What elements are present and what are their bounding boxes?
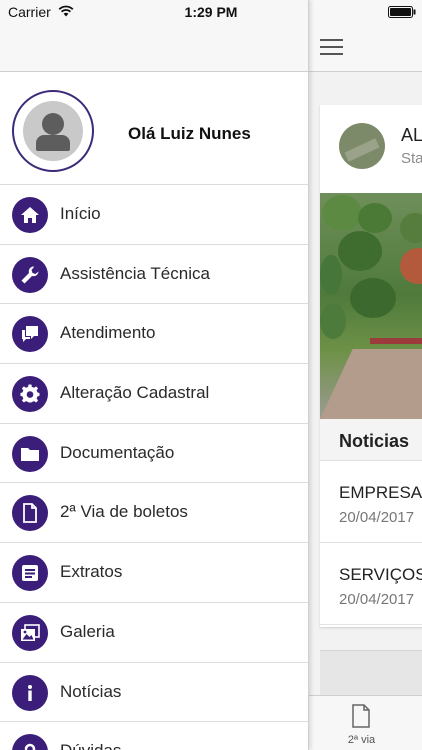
menu-item-label: 2ª Via de boletos — [60, 502, 188, 522]
news-date: 20/04/2017 — [339, 591, 415, 608]
menu-item-inicio[interactable]: Início — [0, 185, 308, 245]
menu-item-noticias[interactable]: Notícias — [0, 663, 308, 723]
news-title: SERVIÇOS — [339, 565, 422, 584]
document-icon — [23, 503, 37, 524]
gear-icon — [20, 384, 40, 403]
document-icon — [352, 704, 370, 728]
menu-item-extratos[interactable]: Extratos — [0, 543, 308, 603]
menu-item-assistencia-tecnica[interactable]: Assistência Técnica — [0, 245, 308, 305]
menu-item-label: Notícias — [60, 681, 122, 701]
chat-icon — [22, 326, 38, 343]
menu-item-documentacao[interactable]: Documentação — [0, 424, 308, 484]
enterprise-card[interactable]: AL Sta Noticias EMPRESA 20/04/2017 SERVI… — [320, 105, 422, 627]
battery-icon — [388, 6, 416, 18]
tab-label: 2ª via — [347, 734, 376, 746]
folder-icon — [21, 447, 39, 461]
tab-bar: 2ª via — [309, 695, 422, 750]
enterprise-photo — [320, 193, 422, 419]
wrench-icon — [21, 266, 39, 284]
enterprise-thumbnail — [339, 123, 385, 169]
home-icon — [21, 207, 39, 223]
profile-header: Olá Luiz Nunes — [0, 72, 308, 185]
menu-item-duvidas[interactable]: Dúvidas — [0, 722, 308, 750]
menu-item-label: Documentação — [60, 442, 175, 462]
side-drawer: Olá Luiz Nunes Início Assistência Técnic… — [0, 0, 309, 750]
menu-item-label: Assistência Técnica — [60, 263, 210, 283]
news-section-title: Noticias — [339, 431, 410, 451]
menu-item-label: Alteração Cadastral — [60, 383, 210, 403]
news-item[interactable]: EMPRESA 20/04/2017 — [320, 461, 422, 543]
user-greeting: Olá Luiz Nunes — [128, 124, 251, 143]
menu-item-label: Início — [60, 204, 101, 223]
enterprise-subtitle: Sta — [401, 150, 422, 167]
question-icon — [24, 743, 36, 750]
menu-item-label: Dúvidas — [60, 741, 121, 750]
menu-item-label: Atendimento — [60, 323, 156, 343]
menu-item-alteracao-cadastral[interactable]: Alteração Cadastral — [0, 364, 308, 424]
news-date: 20/04/2017 — [339, 509, 415, 526]
drawer-menu: Início Assistência Técnica Atendimento A… — [0, 185, 308, 750]
info-icon — [28, 684, 32, 701]
clock: 1:29 PM — [184, 4, 238, 20]
avatar[interactable] — [12, 90, 94, 172]
enterprise-title: AL — [401, 125, 422, 145]
status-bar: Carrier 1:29 PM — [0, 0, 422, 24]
menu-item-label: Galeria — [60, 621, 115, 641]
menu-item-galeria[interactable]: Galeria — [0, 603, 308, 663]
news-item[interactable]: SERVIÇOS 20/04/2017 — [320, 543, 422, 625]
hamburger-menu-icon[interactable] — [320, 39, 343, 56]
list-icon — [22, 565, 38, 582]
gallery-icon — [21, 624, 40, 641]
secondary-card — [320, 650, 422, 700]
menu-item-atendimento[interactable]: Atendimento — [0, 304, 308, 365]
user-placeholder-icon — [23, 101, 83, 161]
news-section-header: Noticias — [320, 419, 422, 461]
menu-item-2a-via-boletos[interactable]: 2ª Via de boletos — [0, 483, 308, 544]
main-screen: AL Sta Noticias EMPRESA 20/04/2017 SERVI… — [309, 0, 422, 750]
menu-item-label: Extratos — [60, 562, 123, 582]
news-title: EMPRESA — [339, 483, 422, 502]
